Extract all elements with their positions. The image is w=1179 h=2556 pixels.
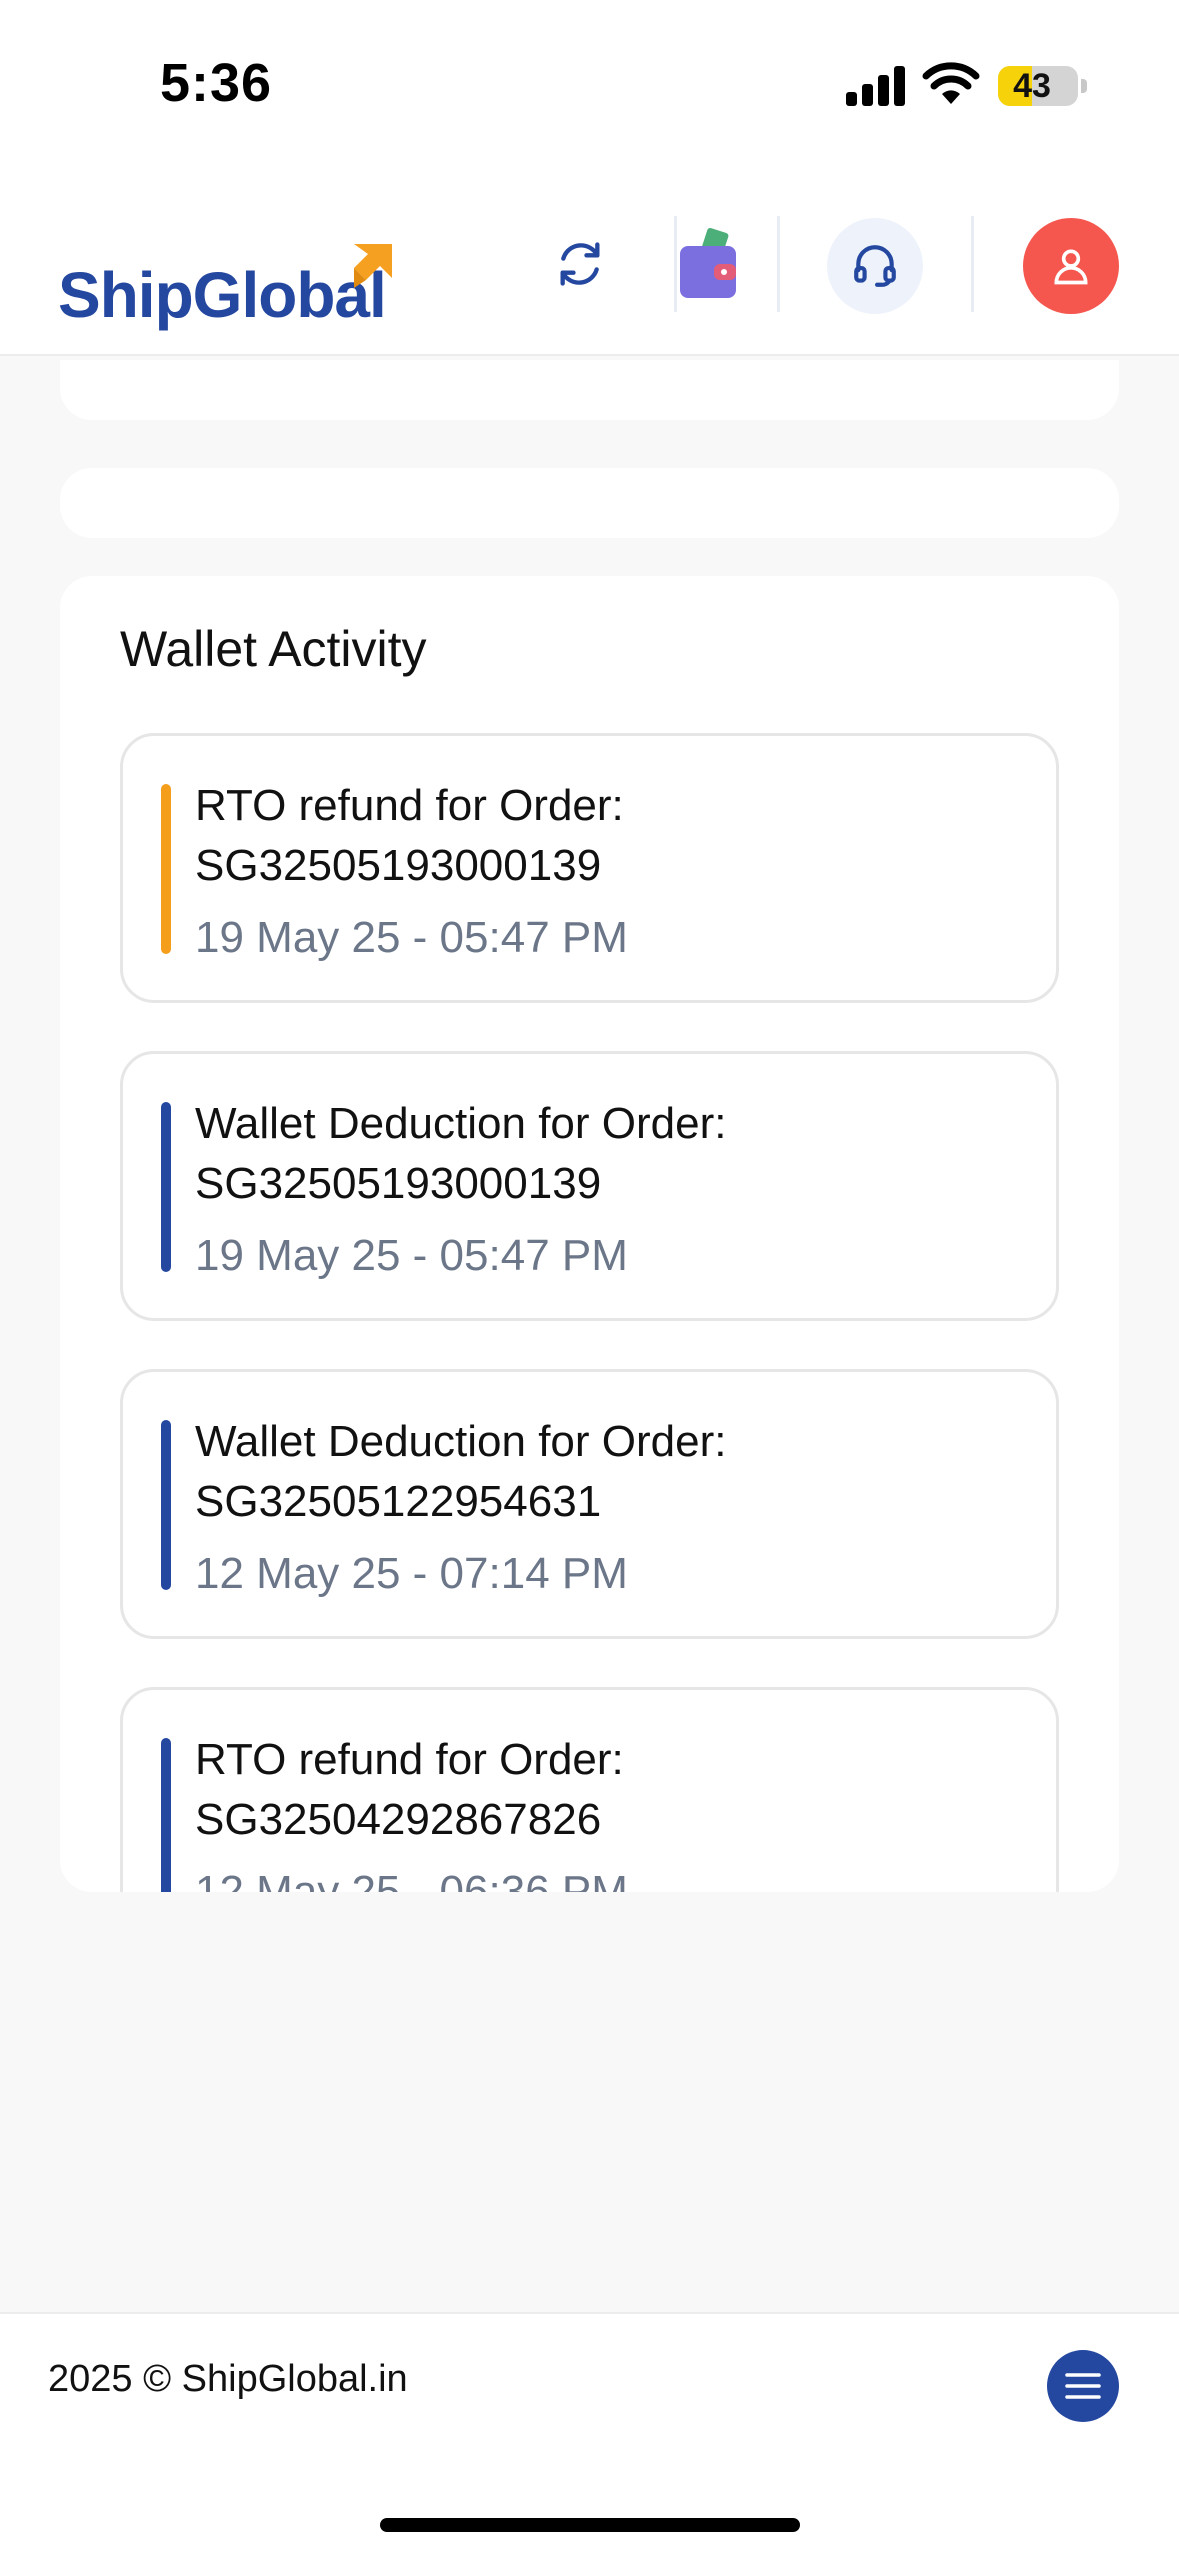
activity-order: SG32505122954631 [195, 1477, 602, 1526]
profile-button[interactable] [1023, 218, 1119, 314]
activity-title: RTO refund for Order: [195, 781, 624, 830]
wallet-activity-panel: Wallet Activity RTO refund for Order: SG3… [60, 576, 1119, 1892]
activity-accent-bar [161, 1738, 171, 1892]
hamburger-menu-icon [1065, 2373, 1101, 2399]
blank-card [60, 468, 1119, 538]
header-divider [971, 216, 974, 312]
user-icon [1054, 249, 1088, 285]
battery-nub [1081, 79, 1087, 93]
activity-item[interactable]: RTO refund for Order: SG32505193000139 19 … [120, 733, 1059, 1003]
signal-icon [846, 62, 908, 106]
activity-text: Wallet Deduction for Order: SG32505193000… [195, 1094, 1026, 1286]
wifi-icon [922, 62, 980, 104]
home-indicator [380, 2518, 800, 2532]
activity-item[interactable]: Wallet Deduction for Order: SG32505193000… [120, 1051, 1059, 1321]
activity-date: 12 May 25 - 06:36 PM [195, 1867, 628, 1892]
refresh-button[interactable] [548, 232, 612, 296]
activity-title: Wallet Deduction for Order: [195, 1099, 727, 1148]
activity-accent-bar [161, 1420, 171, 1590]
status-time: 5:36 [160, 53, 273, 113]
app-header: ShipGlobal [0, 180, 1179, 356]
activity-order: SG32504292867826 [195, 1795, 602, 1844]
activity-list[interactable]: RTO refund for Order: SG32505193000139 19 … [120, 733, 1059, 1892]
activity-order: SG32505193000139 [195, 1159, 602, 1208]
activity-accent-bar [161, 1102, 171, 1272]
support-button[interactable] [827, 218, 923, 314]
headset-icon [854, 245, 896, 287]
activity-date: 12 May 25 - 07:14 PM [195, 1549, 628, 1598]
footer-copyright: 2025 © ShipGlobal.in [48, 2358, 408, 2400]
activity-order: SG32505193000139 [195, 841, 602, 890]
menu-button[interactable] [1047, 2350, 1119, 2422]
activity-text: RTO refund for Order: SG32505193000139 19 … [195, 776, 1026, 968]
activity-date: 19 May 25 - 05:47 PM [195, 913, 628, 962]
activity-accent-bar [161, 784, 171, 954]
activity-title: RTO refund for Order: [195, 1735, 624, 1784]
previous-card [60, 360, 1119, 420]
activity-title: Wallet Deduction for Order: [195, 1417, 727, 1466]
refresh-icon [560, 242, 600, 286]
header-divider [777, 216, 780, 312]
logo-text: ShipGlobal [58, 259, 387, 331]
activity-item[interactable]: Wallet Deduction for Order: SG32505122954… [120, 1369, 1059, 1639]
activity-item[interactable]: RTO refund for Order: SG32504292867826 12 … [120, 1687, 1059, 1892]
wallet-button[interactable] [676, 224, 742, 304]
battery-level: 43 [1013, 67, 1051, 105]
shipglobal-logo[interactable]: ShipGlobal [58, 220, 398, 331]
status-bar: 5:36 43 [0, 0, 1179, 180]
logo-arrow-icon [354, 244, 392, 288]
battery-icon: 43 [998, 66, 1078, 106]
activity-date: 19 May 25 - 05:47 PM [195, 1231, 628, 1280]
activity-text: Wallet Deduction for Order: SG32505122954… [195, 1412, 1026, 1604]
wallet-activity-title: Wallet Activity [120, 621, 427, 677]
activity-text: RTO refund for Order: SG32504292867826 12 … [195, 1730, 1026, 1892]
wallet-icon [680, 227, 736, 298]
